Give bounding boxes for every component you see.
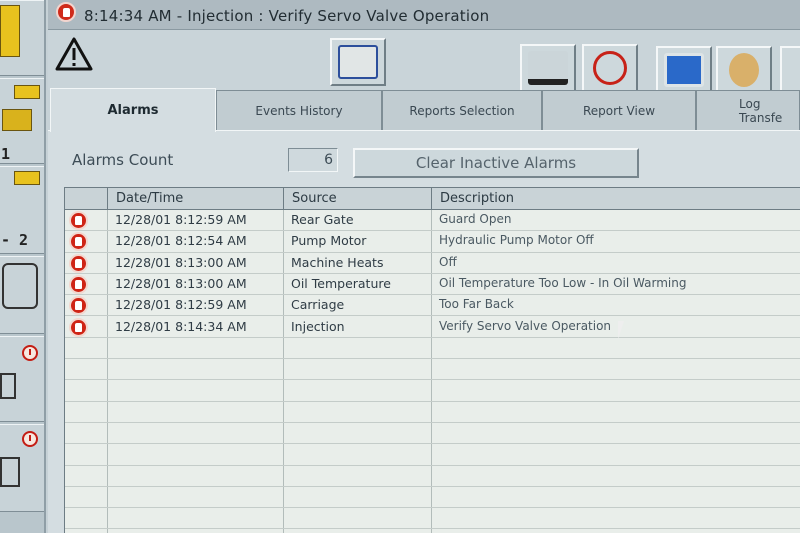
empty-table-row: [65, 444, 800, 466]
empty-table-row: [65, 466, 800, 487]
cell-description: Oil Temperature Too Low - In Oil Warming: [439, 275, 687, 290]
screw-icon: [2, 263, 38, 309]
camera-button[interactable]: [330, 38, 386, 86]
cell-source: Pump Motor: [291, 233, 367, 249]
left-nav-panel: 1 - 2: [0, 0, 46, 533]
mold-icon: [0, 373, 16, 399]
column-header-source[interactable]: Source: [283, 188, 431, 210]
cell-datetime: 12/28/01 8:14:34 AM: [115, 318, 247, 334]
stop-hand-icon: [69, 232, 88, 252]
users-icon: [729, 53, 759, 87]
left-nav-button-3[interactable]: - 2: [0, 166, 44, 254]
warning-icon[interactable]: [54, 36, 94, 72]
cell-source: Carriage: [291, 297, 345, 313]
empty-table-row: [65, 359, 800, 381]
mute-icon: [593, 51, 627, 85]
station-number-2: - 2: [1, 231, 29, 249]
left-nav-button-5[interactable]: [0, 336, 44, 422]
table-row[interactable]: 12/28/01 8:13:00 AM Oil Temperature Oil Te…: [65, 274, 800, 296]
alarms-count-value: 6: [288, 148, 338, 172]
stop-hand-icon: [69, 296, 88, 316]
ejector-icon: [0, 457, 20, 487]
title-text: 8:14:34 AM - Injection : Verify Servo Va…: [84, 7, 490, 25]
cell-description: Verify Servo Valve Operation: [439, 318, 612, 333]
toolbar: [48, 30, 800, 94]
left-nav-button-2[interactable]: 1: [0, 78, 44, 164]
table-row[interactable]: 12/28/01 8:12:54 AM Pump Motor Hydraulic P…: [65, 231, 800, 253]
extra-toolbar-button[interactable]: [780, 46, 800, 94]
cell-datetime: 12/28/01 8:13:00 AM: [115, 275, 247, 291]
cabinet-icon: [0, 5, 20, 57]
left-nav-button-6[interactable]: [0, 424, 44, 512]
table-row[interactable]: 12/28/01 8:12:59 AM Carriage Too Far Back: [65, 295, 800, 317]
empty-table-row: [65, 423, 800, 445]
cell-description: Guard Open: [439, 212, 512, 226]
column-header-description[interactable]: Description: [431, 188, 800, 210]
empty-table-row: [65, 380, 800, 402]
alarms-table: Date/Time Source Description 12/28/01 8:…: [64, 187, 800, 533]
cell-source: Injection: [291, 318, 345, 334]
stop-hand-icon: [69, 211, 88, 230]
station-number-1: 1: [1, 145, 11, 163]
camera-icon: [338, 45, 378, 79]
machine-settings-button[interactable]: [520, 44, 576, 92]
left-nav-button-1[interactable]: [0, 0, 44, 76]
cell-source: Oil Temperature: [291, 275, 391, 291]
users-button[interactable]: [716, 46, 772, 94]
table-row[interactable]: 12/28/01 8:14:34 AM Injection Verify Servo…: [65, 317, 800, 338]
tab-alarms[interactable]: Alarms: [50, 88, 216, 132]
mouse-cursor: [618, 321, 624, 339]
empty-table-row: [65, 338, 800, 360]
cell-source: Machine Heats: [291, 254, 384, 270]
cell-datetime: 12/28/01 8:12:59 AM: [115, 212, 247, 227]
cell-description: Hydraulic Pump Motor Off: [439, 233, 594, 248]
alarms-count-label: Alarms Count: [72, 151, 174, 169]
press-icon: [2, 109, 32, 131]
table-row[interactable]: 12/28/01 8:13:00 AM Machine Heats Off: [65, 253, 800, 274]
left-nav-button-4[interactable]: [0, 256, 44, 334]
cell-datetime: 12/28/01 8:12:54 AM: [115, 233, 247, 249]
icon-column-header[interactable]: [65, 188, 107, 210]
tab-report-view[interactable]: Report View: [542, 90, 696, 130]
cell-description: Too Far Back: [439, 297, 514, 312]
stop-hand-icon: [56, 2, 76, 22]
machine-icon: [14, 85, 40, 99]
timer-icon: [22, 431, 38, 447]
stop-hand-icon: [69, 253, 88, 273]
cell-source: Rear Gate: [291, 212, 354, 227]
mute-button[interactable]: [582, 44, 638, 92]
empty-table-row: [65, 508, 800, 530]
clear-inactive-alarms-button[interactable]: Clear Inactive Alarms: [353, 148, 639, 178]
stop-hand-icon: [69, 274, 88, 294]
film-button[interactable]: [656, 46, 712, 94]
film-icon: [664, 53, 704, 87]
cell-datetime: 12/28/01 8:13:00 AM: [115, 254, 247, 270]
machine-settings-icon: [528, 51, 568, 85]
tab-events-history[interactable]: Events History: [216, 90, 382, 130]
stop-hand-icon: [69, 317, 88, 337]
cell-description: Off: [439, 254, 457, 269]
tab-log-transfer[interactable]: Log Transfe: [696, 90, 800, 130]
title-bar: 8:14:34 AM - Injection : Verify Servo Va…: [48, 0, 800, 30]
empty-table-row: [65, 402, 800, 423]
alarms-panel: Alarms Count 6 Clear Inactive Alarms Dat…: [48, 130, 800, 533]
cell-datetime: 12/28/01 8:12:59 AM: [115, 297, 247, 313]
timer-icon: [22, 345, 38, 361]
table-row[interactable]: 12/28/01 8:12:59 AM Rear Gate Guard Open: [65, 210, 800, 232]
table-header: Date/Time Source Description: [65, 188, 800, 210]
machine-icon: [14, 171, 40, 185]
tab-reports-selection[interactable]: Reports Selection: [382, 90, 542, 130]
empty-table-row: [65, 487, 800, 509]
column-header-datetime[interactable]: Date/Time: [107, 188, 283, 210]
